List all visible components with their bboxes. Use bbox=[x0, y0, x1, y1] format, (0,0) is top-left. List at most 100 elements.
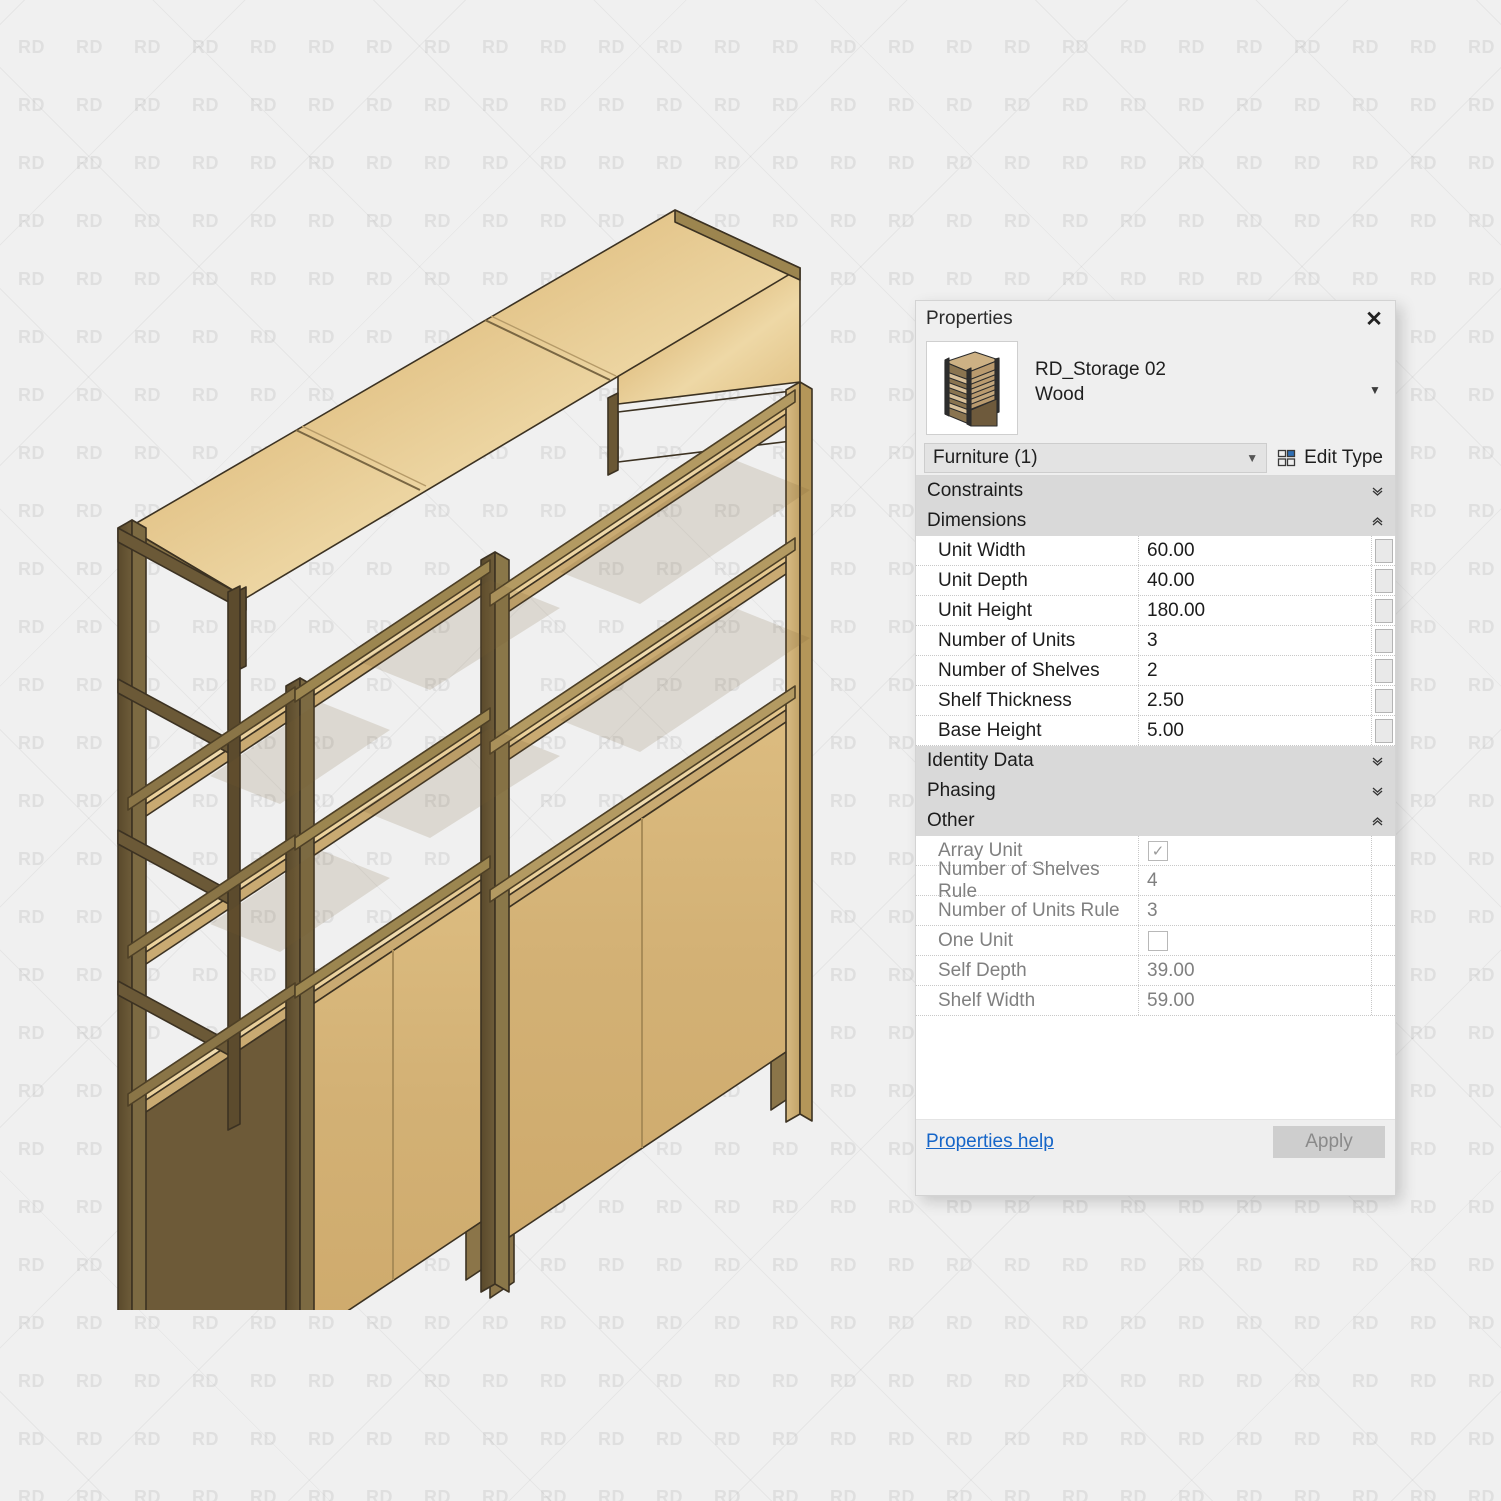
watermark-label: RD bbox=[366, 1352, 424, 1410]
storage-unit-thumbnail-icon[interactable] bbox=[926, 341, 1018, 435]
watermark-label: RD bbox=[714, 0, 772, 18]
watermark-label: RD bbox=[714, 656, 772, 714]
watermark-label: RD bbox=[366, 482, 424, 540]
watermark-label: RD bbox=[1410, 76, 1468, 134]
table-row[interactable]: Base Height 5.00 bbox=[916, 716, 1395, 746]
watermark-label: RD bbox=[76, 1352, 134, 1410]
watermark-label: RD bbox=[0, 366, 18, 424]
category-select[interactable]: Furniture (1) ▼ bbox=[924, 443, 1267, 473]
group-header-dimensions[interactable]: Dimensions bbox=[916, 506, 1395, 536]
watermark-label: RD bbox=[308, 1062, 366, 1120]
watermark-label: RD bbox=[830, 1178, 888, 1236]
prop-value-input[interactable]: 5.00 bbox=[1139, 716, 1371, 745]
watermark-label: RD bbox=[18, 888, 76, 946]
watermark-label: RD bbox=[1410, 1410, 1468, 1468]
watermark-label: RD bbox=[134, 482, 192, 540]
table-row[interactable]: Self Depth 39.00 bbox=[916, 956, 1395, 986]
checkbox-checked-icon[interactable]: ✓ bbox=[1148, 841, 1168, 861]
table-row[interactable]: Unit Height 180.00 bbox=[916, 596, 1395, 626]
watermark-label: RD bbox=[0, 830, 18, 888]
watermark-label: RD bbox=[76, 1294, 134, 1352]
watermark-label: RD bbox=[250, 366, 308, 424]
group-header-phasing[interactable]: Phasing bbox=[916, 776, 1395, 806]
watermark-label: RD bbox=[1352, 1468, 1410, 1501]
table-row[interactable]: Shelf Width 59.00 bbox=[916, 986, 1395, 1016]
close-icon[interactable]: ✕ bbox=[1361, 306, 1387, 332]
prop-value-input[interactable]: 40.00 bbox=[1139, 566, 1371, 595]
watermark-label: RD bbox=[656, 482, 714, 540]
table-row[interactable]: Number of Shelves Rule 4 bbox=[916, 866, 1395, 896]
watermark-label: RD bbox=[482, 308, 540, 366]
prop-row-button[interactable] bbox=[1371, 686, 1395, 715]
watermark-label: RD bbox=[1178, 1294, 1236, 1352]
table-row[interactable]: Unit Depth 40.00 bbox=[916, 566, 1395, 596]
watermark-label: RD bbox=[482, 250, 540, 308]
watermark-label: RD bbox=[1062, 192, 1120, 250]
watermark-label: RD bbox=[76, 888, 134, 946]
watermark-label: RD bbox=[1352, 0, 1410, 18]
edit-type-button[interactable]: Edit Type bbox=[1267, 447, 1389, 469]
prop-value-input[interactable]: 2 bbox=[1139, 656, 1371, 685]
watermark-label: RD bbox=[424, 1294, 482, 1352]
prop-row-button[interactable] bbox=[1371, 656, 1395, 685]
watermark-label: RD bbox=[192, 1468, 250, 1501]
apply-button[interactable]: Apply bbox=[1273, 1126, 1385, 1158]
watermark-label: RD bbox=[424, 308, 482, 366]
prop-value-input[interactable]: 4 bbox=[1139, 866, 1371, 895]
table-row[interactable]: Number of Shelves 2 bbox=[916, 656, 1395, 686]
prop-value-input[interactable]: 3 bbox=[1139, 896, 1371, 925]
group-header-other[interactable]: Other bbox=[916, 806, 1395, 836]
prop-row-button[interactable] bbox=[1371, 596, 1395, 625]
properties-panel: Properties ✕ bbox=[915, 300, 1396, 1196]
watermark-label: RD bbox=[656, 946, 714, 1004]
table-row[interactable]: Shelf Thickness 2.50 bbox=[916, 686, 1395, 716]
table-row[interactable]: Number of Units 3 bbox=[916, 626, 1395, 656]
watermark-label: RD bbox=[1120, 18, 1178, 76]
watermark-label: RD bbox=[656, 540, 714, 598]
watermark-label: RD bbox=[1410, 656, 1468, 714]
watermark-label: RD bbox=[18, 1294, 76, 1352]
watermark-label: RD bbox=[308, 192, 366, 250]
table-row[interactable]: One Unit bbox=[916, 926, 1395, 956]
watermark-label: RD bbox=[1410, 888, 1468, 946]
group-header-identity-data[interactable]: Identity Data bbox=[916, 746, 1395, 776]
group-header-constraints[interactable]: Constraints bbox=[916, 476, 1395, 506]
watermark-label: RD bbox=[946, 1352, 1004, 1410]
watermark-label: RD bbox=[134, 830, 192, 888]
table-row[interactable]: Number of Units Rule 3 bbox=[916, 896, 1395, 926]
prop-row-button[interactable] bbox=[1371, 566, 1395, 595]
watermark-label: RD bbox=[192, 830, 250, 888]
watermark-label: RD bbox=[0, 1120, 18, 1178]
prop-label: Number of Shelves bbox=[916, 656, 1139, 685]
prop-row-button[interactable] bbox=[1371, 536, 1395, 565]
watermark-label: RD bbox=[424, 1178, 482, 1236]
prop-value-checkbox[interactable]: ✓ bbox=[1139, 836, 1371, 865]
watermark-label: RD bbox=[830, 656, 888, 714]
prop-value-input[interactable]: 39.00 bbox=[1139, 956, 1371, 985]
watermark-label: RD bbox=[830, 888, 888, 946]
table-row[interactable]: Unit Width 60.00 bbox=[916, 536, 1395, 566]
watermark-label: RD bbox=[1468, 1178, 1501, 1236]
type-dropdown-chevron-down-icon[interactable]: ▼ bbox=[1361, 341, 1389, 397]
watermark-label: RD bbox=[134, 1410, 192, 1468]
group-label-phasing: Phasing bbox=[927, 780, 996, 802]
watermark-label: RD bbox=[830, 76, 888, 134]
prop-row-button[interactable] bbox=[1371, 716, 1395, 745]
watermark-label: RD bbox=[76, 656, 134, 714]
checkbox-unchecked-icon[interactable] bbox=[1148, 931, 1168, 951]
prop-value-input[interactable]: 2.50 bbox=[1139, 686, 1371, 715]
watermark-label: RD bbox=[772, 250, 830, 308]
prop-value-input[interactable]: 59.00 bbox=[1139, 986, 1371, 1015]
watermark-label: RD bbox=[250, 1468, 308, 1501]
type-name: RD_Storage 02 Wood bbox=[1018, 341, 1361, 407]
watermark-label: RD bbox=[1120, 1236, 1178, 1294]
prop-value-input[interactable]: 3 bbox=[1139, 626, 1371, 655]
prop-value-input[interactable]: 60.00 bbox=[1139, 536, 1371, 565]
properties-help-link[interactable]: Properties help bbox=[926, 1131, 1054, 1153]
prop-value-input[interactable]: 180.00 bbox=[1139, 596, 1371, 625]
watermark-label: RD bbox=[308, 1352, 366, 1410]
watermark-label: RD bbox=[540, 598, 598, 656]
prop-row-button[interactable] bbox=[1371, 626, 1395, 655]
watermark-label: RD bbox=[656, 134, 714, 192]
prop-value-checkbox[interactable] bbox=[1139, 926, 1371, 955]
